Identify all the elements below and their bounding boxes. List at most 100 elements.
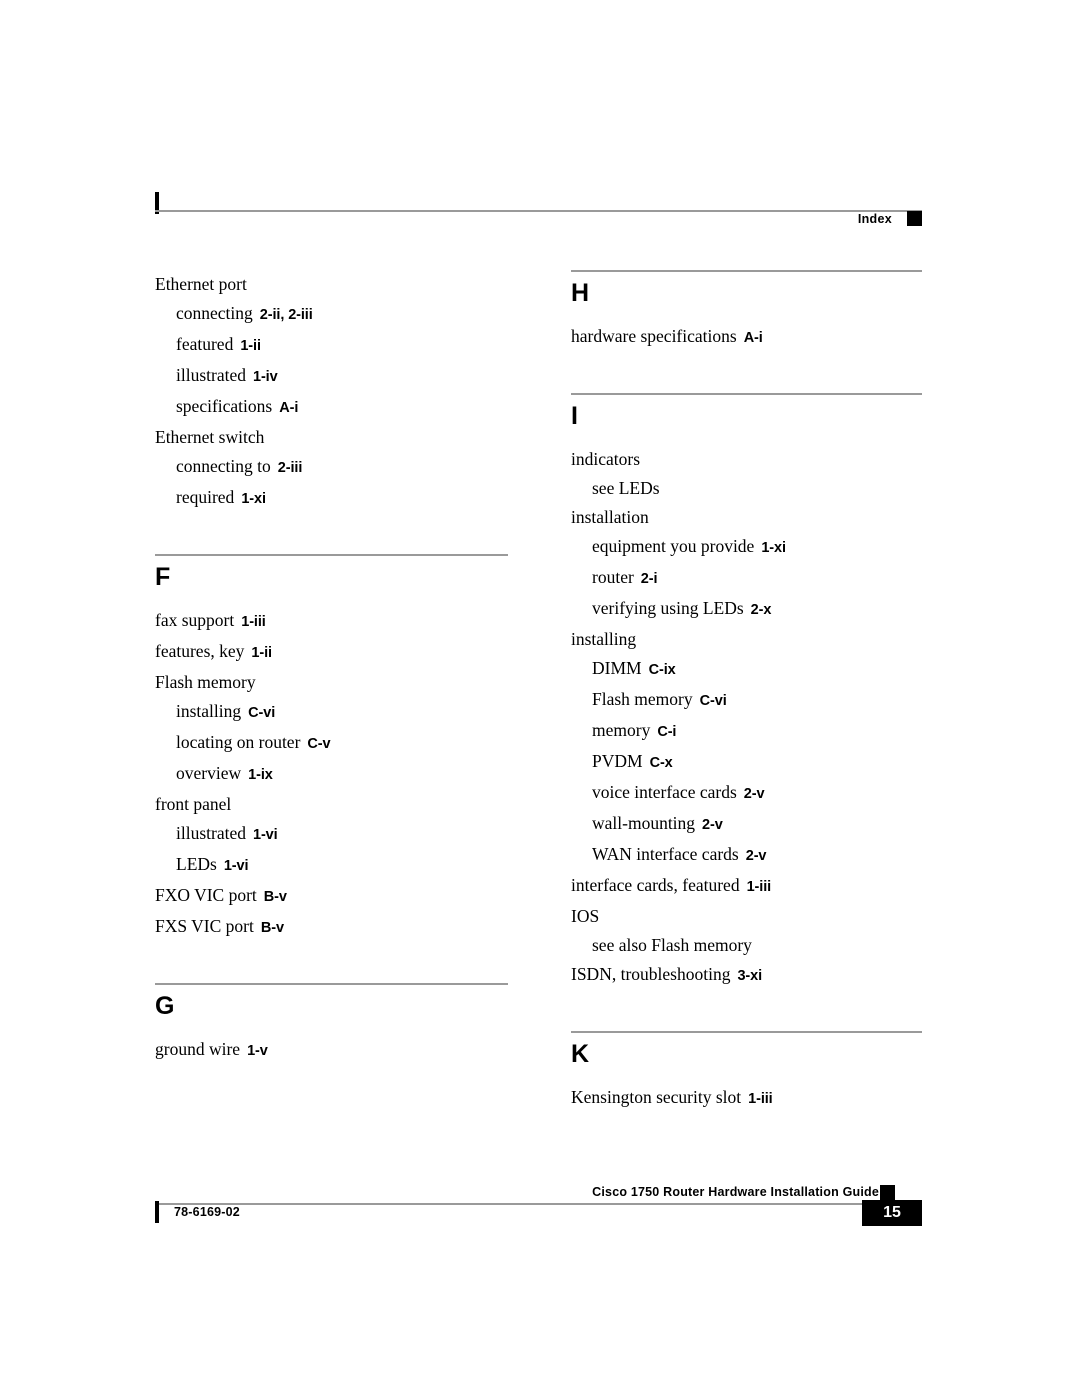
index-entry-locator[interactable]: 2-iii <box>271 460 303 476</box>
index-entry[interactable]: indicators <box>571 445 922 474</box>
index-entry[interactable]: interface cards, featured 1-iii <box>571 871 922 902</box>
index-entry-locator[interactable]: C-vi <box>693 693 727 709</box>
index-entry-text: DIMM <box>592 658 642 678</box>
index-entry[interactable]: Ethernet switch <box>155 423 508 452</box>
index-entry[interactable]: installation <box>571 503 922 532</box>
index-subentry[interactable]: WAN interface cards 2-v <box>571 840 922 871</box>
index-subentry[interactable]: Flash memory C-vi <box>571 685 922 716</box>
footer-divider <box>155 1203 895 1205</box>
index-entry-text: features, key <box>155 641 245 661</box>
index-subentry[interactable]: connecting 2-ii, 2-iii <box>155 299 508 330</box>
index-entry[interactable]: FXS VIC port B-v <box>155 912 508 943</box>
page-footer: Cisco 1750 Router Hardware Installation … <box>155 1185 922 1237</box>
index-entry-locator[interactable]: C-v <box>300 736 330 752</box>
index-section-i: Iindicators see LEDs installation equipment… <box>571 393 922 1031</box>
index-entry-locator[interactable]: 1-iii <box>740 879 772 895</box>
index-subentry[interactable]: verifying using LEDs 2-x <box>571 594 922 625</box>
index-entry-locator[interactable]: 1-xi <box>754 540 786 556</box>
index-subentry[interactable]: LEDs 1-vi <box>155 850 508 881</box>
index-entry-text: connecting <box>176 303 253 323</box>
index-entry[interactable]: Kensington security slot 1-iii <box>571 1083 922 1114</box>
index-subentry[interactable]: see LEDs <box>571 474 922 503</box>
index-entry-locator[interactable]: 2-x <box>744 602 772 618</box>
index-entry-text: illustrated <box>176 823 246 843</box>
index-entry-locator[interactable]: 1-v <box>240 1043 268 1059</box>
index-entry[interactable]: IOS <box>571 902 922 931</box>
index-entry-locator[interactable]: 1-iii <box>741 1091 773 1107</box>
index-subentry[interactable]: locating on router C-v <box>155 728 508 759</box>
index-entry-text: installing <box>176 701 242 721</box>
index-subentry[interactable]: voice interface cards 2-v <box>571 778 922 809</box>
index-subentry[interactable]: equipment you provide 1-xi <box>571 532 922 563</box>
index-entry-locator[interactable]: 3-xi <box>730 968 762 984</box>
index-entry[interactable]: Ethernet port <box>155 270 508 299</box>
index-entry-list: ground wire 1-v <box>155 1035 508 1066</box>
index-entry-locator[interactable]: C-x <box>643 755 673 771</box>
index-entry-locator[interactable]: 2-ii, 2-iii <box>253 307 313 323</box>
index-entry-text: see also Flash memory <box>592 935 752 955</box>
footer-document-title: Cisco 1750 Router Hardware Installation … <box>592 1185 879 1199</box>
index-entry-locator[interactable]: 1-ix <box>241 767 273 783</box>
index-entry-locator[interactable]: 2-v <box>739 848 767 864</box>
index-entry[interactable]: ISDN, troubleshooting 3-xi <box>571 960 922 991</box>
index-entry-locator[interactable]: 1-vi <box>217 858 249 874</box>
index-entry-locator[interactable]: A-i <box>272 400 298 416</box>
index-subentry[interactable]: router 2-i <box>571 563 922 594</box>
index-entry[interactable]: front panel <box>155 790 508 819</box>
index-subentry[interactable]: featured 1-ii <box>155 330 508 361</box>
index-entry-locator[interactable]: 2-v <box>695 817 723 833</box>
index-entry-locator[interactable]: B-v <box>257 889 287 905</box>
index-entry-locator[interactable]: 2-v <box>737 786 765 802</box>
index-entry-locator[interactable]: C-i <box>650 724 676 740</box>
index-entry-list: Kensington security slot 1-iii <box>571 1083 922 1114</box>
index-subentry[interactable]: illustrated 1-iv <box>155 361 508 392</box>
index-entry-text: equipment you provide <box>592 536 755 556</box>
index-entry-locator[interactable]: A-i <box>737 330 763 346</box>
index-entry-locator[interactable]: 1-ii <box>233 338 261 354</box>
index-entry[interactable]: Flash memory <box>155 668 508 697</box>
index-subentry[interactable]: connecting to 2-iii <box>155 452 508 483</box>
index-entry[interactable]: features, key 1-ii <box>155 637 508 668</box>
index-entry-locator[interactable]: 1-xi <box>234 491 266 507</box>
index-entry[interactable]: ground wire 1-v <box>155 1035 508 1066</box>
index-entry-text: indicators <box>571 449 641 469</box>
index-entry-locator[interactable]: C-vi <box>241 705 275 721</box>
index-entry-locator[interactable]: 2-i <box>634 571 658 587</box>
index-entry[interactable]: fax support 1-iii <box>155 606 508 637</box>
index-entry-text: ISDN, troubleshooting <box>571 964 731 984</box>
index-entry-text: LEDs <box>176 854 217 874</box>
index-entry-text: required <box>176 487 235 507</box>
section-divider <box>571 1031 922 1033</box>
index-entry[interactable]: hardware specifications A-i <box>571 322 922 353</box>
index-entry-locator[interactable]: 1-ii <box>244 645 272 661</box>
index-entry[interactable]: FXO VIC port B-v <box>155 881 508 912</box>
index-entry-locator[interactable]: 1-vi <box>246 827 278 843</box>
index-subentry[interactable]: DIMM C-ix <box>571 654 922 685</box>
index-subentry[interactable]: see also Flash memory <box>571 931 922 960</box>
index-subentry[interactable]: PVDM C-x <box>571 747 922 778</box>
index-entry[interactable]: installing <box>571 625 922 654</box>
footer-tick-mark <box>155 1201 159 1223</box>
index-entry-text: Kensington security slot <box>571 1087 742 1107</box>
index-entry-text: Flash memory <box>592 689 693 709</box>
index-subentry[interactable]: wall-mounting 2-v <box>571 809 922 840</box>
index-entry-text: Ethernet port <box>155 274 247 294</box>
index-entry-locator[interactable]: C-ix <box>642 662 676 678</box>
index-subentry[interactable]: illustrated 1-vi <box>155 819 508 850</box>
index-entry-locator[interactable]: B-v <box>254 920 284 936</box>
page-header: Index <box>155 192 922 232</box>
index-subentry[interactable]: specifications A-i <box>155 392 508 423</box>
index-entry-text: verifying using LEDs <box>592 598 744 618</box>
index-entry-text: Flash memory <box>155 672 256 692</box>
index-entry-text: front panel <box>155 794 232 814</box>
index-entry-locator[interactable]: 1-iii <box>234 614 266 630</box>
index-entry-text: featured <box>176 334 234 354</box>
index-subentry[interactable]: required 1-xi <box>155 483 508 514</box>
index-subentry[interactable]: memory C-i <box>571 716 922 747</box>
index-subentry[interactable]: installing C-vi <box>155 697 508 728</box>
index-entry-text: FXS VIC port <box>155 916 254 936</box>
index-subentry[interactable]: overview 1-ix <box>155 759 508 790</box>
index-entry-locator[interactable]: 1-iv <box>246 369 278 385</box>
